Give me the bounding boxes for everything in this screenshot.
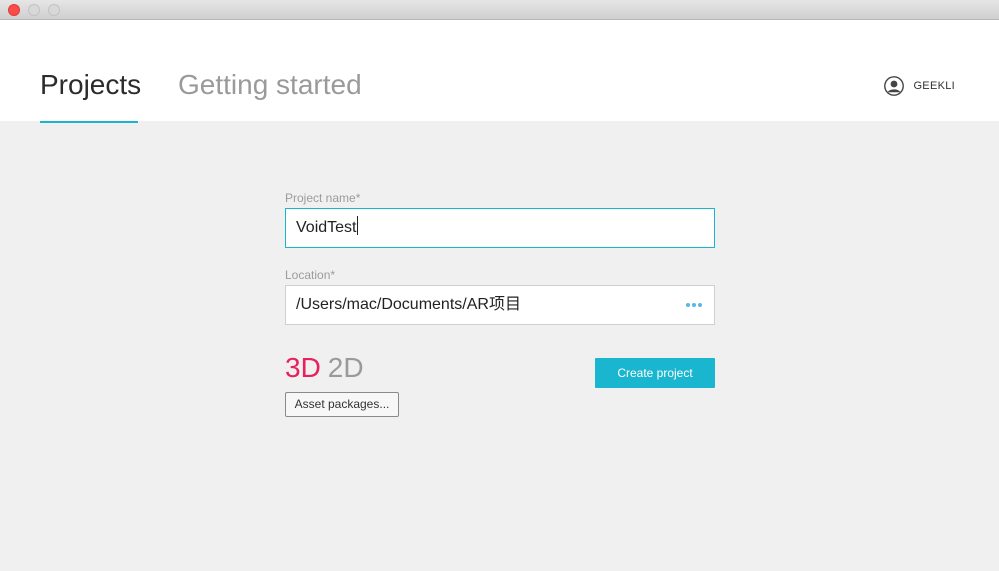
minimize-window-icon[interactable] [28,4,40,16]
user-name: GEEKLI [913,80,955,92]
new-project-form: Project name* VoidTest Location* /Users/… [285,191,715,325]
window-titlebar [0,0,999,20]
user-avatar-icon [884,76,905,96]
more-dots-icon[interactable] [684,303,702,307]
dimension-3d-option[interactable]: 3D [285,352,321,383]
dimension-2d-option[interactable]: 2D [328,352,364,383]
tab-projects[interactable]: Projects [40,68,141,102]
header: Projects Getting started GEEKLI [0,20,999,123]
project-name-label: Project name* [285,191,361,205]
location-label: Location* [285,268,336,282]
project-name-value: VoidTest [296,219,357,236]
location-value: /Users/mac/Documents/AR项目 [296,296,521,313]
text-caret [357,216,359,235]
dimension-toggle: 3D 2D [285,351,364,385]
create-project-button[interactable]: Create project [595,358,715,388]
location-input[interactable]: /Users/mac/Documents/AR项目 [285,285,715,325]
maximize-window-icon[interactable] [48,4,60,16]
close-window-icon[interactable] [8,4,20,16]
asset-packages-button[interactable]: Asset packages... [285,392,399,417]
active-tab-indicator [40,121,138,123]
tab-getting-started[interactable]: Getting started [178,68,362,102]
project-name-input[interactable]: VoidTest [285,208,715,248]
user-account[interactable]: GEEKLI [884,76,955,96]
